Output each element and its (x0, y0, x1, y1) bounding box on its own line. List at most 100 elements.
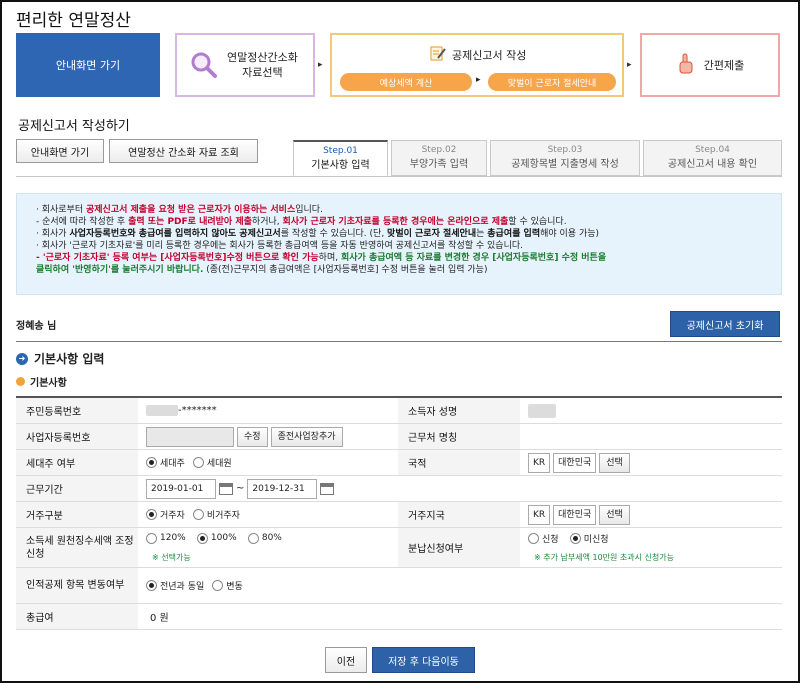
tab-step3[interactable]: Step.03 공제항목별 지출명세 작성 (490, 140, 640, 176)
household-label: 세대주 여부 (16, 450, 138, 475)
info-line-2: - 순서에 따라 작성한 후 출력 또는 PDF로 내려받아 제출하거나, 회사… (36, 217, 567, 227)
installment-radios: 신청 미신청 ※ 추가 납부세액 10만원 초과시 신청가능 (528, 528, 674, 567)
tab-divider (16, 176, 782, 177)
masked-value (146, 405, 178, 416)
nationality-code: KR (528, 452, 551, 473)
step-label: 기본사항 입력 (311, 160, 370, 171)
reset-form-button[interactable]: 공제신고서 초기화 (670, 311, 780, 337)
same-as-last-year-radio[interactable]: 전년과 동일 (146, 579, 204, 592)
document-pencil-icon (430, 45, 446, 64)
step-label: 부양가족 입력 (409, 159, 469, 170)
withholding-label: 소득세 원천징수세액 조정신청 (16, 528, 138, 567)
flow-arrow-icon: ▸ (476, 75, 481, 85)
form-row: 인적공제 항목 변동여부 전년과 동일 변동 (16, 568, 782, 604)
installment-note: ※ 추가 납부세액 10만원 초과시 신청가능 (534, 553, 674, 562)
step-number: Step.04 (695, 145, 730, 155)
nonresident-radio[interactable]: 비거주자 (192, 508, 240, 521)
form-row: 주민등록번호 -******* 소득자 성명 (16, 398, 782, 424)
magnifier-icon (189, 50, 219, 80)
household-radios: 세대주 세대원 (146, 450, 240, 475)
bizno-value: 수정 종전사업장추가 (146, 424, 343, 449)
installment-label: 분납신청여부 (398, 528, 520, 567)
country-name: 대한민국 (553, 504, 597, 525)
step-number: Step.02 (421, 145, 457, 155)
withholding-note: ※ 선택가능 (152, 552, 191, 562)
residency-radios: 거주자 비거주자 (146, 502, 248, 527)
form-row: 세대주 여부 세대주 세대원 국적 KR 대한민국 선택 (16, 450, 782, 476)
tab-step2[interactable]: Step.02 부양가족 입력 (391, 140, 487, 176)
calendar-icon[interactable] (219, 482, 233, 495)
calendar-icon[interactable] (320, 482, 335, 495)
step-number: Step.03 (547, 145, 583, 155)
prev-button[interactable]: 이전 (325, 647, 367, 673)
workplace-label: 근무처 명칭 (398, 424, 520, 449)
step-label: 공제신고서 내용 확인 (667, 159, 758, 170)
household-member-radio[interactable]: 세대원 (192, 456, 232, 469)
name-label: 소득자 성명 (398, 398, 520, 423)
resident-radio[interactable]: 거주자 (146, 508, 185, 521)
flow-step-data-select[interactable]: 연말정산간소화 자료선택 (175, 33, 315, 97)
info-line-5: - '근로자 기초자료' 등록 여부는 [사업자등록번호]수정 버튼으로 확인 … (36, 253, 607, 263)
info-line-3: · 회사가 사업자등록번호와 총급여를 입력하지 않아도 공제신고서를 작성할 … (36, 229, 600, 239)
country-value: KR 대한민국 선택 (528, 502, 630, 527)
bullet-icon (16, 377, 25, 386)
user-name: 정혜송 님 (16, 321, 57, 332)
withholding-120-radio[interactable]: 120% (146, 532, 186, 544)
flow-step2-title: 공제신고서 작성 (452, 48, 527, 62)
form-row: 사업자등록번호 수정 종전사업장추가 근무처 명칭 (16, 424, 782, 450)
name-value (528, 398, 556, 423)
add-prev-workplace-button[interactable]: 종전사업장추가 (270, 426, 343, 447)
withholding-100-radio[interactable]: 100% (196, 532, 237, 544)
deduction-change-radios: 전년과 동일 변동 (146, 568, 251, 603)
form-row: 총급여 0 원 (16, 604, 782, 630)
country-select-button[interactable]: 선택 (599, 504, 630, 525)
form-row: 근무기간 2019-01-01 ~ 2019-12-31 (16, 476, 782, 502)
lookup-simplified-data-button[interactable]: 연말정산 간소화 자료 조회 (109, 139, 258, 163)
form-row: 소득세 원천징수세액 조정신청 120% 100% 80% ※ 선택가능 분납신… (16, 528, 782, 568)
estimate-tax-pill[interactable]: 예상세액 계산 (340, 73, 472, 91)
bizno-label: 사업자등록번호 (16, 424, 138, 449)
salary-value: 0 원 (150, 613, 169, 624)
start-date-input[interactable]: 2019-01-01 (146, 478, 216, 499)
installment-none-radio[interactable]: 미신청 (569, 532, 609, 545)
save-next-button[interactable]: 저장 후 다음이동 (372, 647, 475, 673)
nationality-select-button[interactable]: 선택 (599, 452, 630, 473)
installment-apply-radio[interactable]: 신청 (528, 532, 559, 545)
form-row: 거주구분 거주자 비거주자 거주지국 KR 대한민국 선택 (16, 502, 782, 528)
flow-step-write-form[interactable]: 공제신고서 작성 예상세액 계산 ▸ 맞벌이 근로자 절세안내 (330, 33, 624, 97)
flow-arrow-icon: ▸ (627, 60, 632, 70)
basic-subsection-title: 기본사항 (16, 374, 67, 389)
tab-step4[interactable]: Step.04 공제신고서 내용 확인 (643, 140, 782, 176)
divider (16, 341, 782, 342)
residency-label: 거주구분 (16, 502, 138, 527)
edit-bizno-button[interactable]: 수정 (237, 426, 268, 447)
step-label: 공제항목별 지출명세 작성 (511, 159, 619, 170)
rrn-value: -******* (146, 398, 217, 423)
dual-income-guide-pill[interactable]: 맞벌이 근로자 절세안내 (488, 73, 616, 91)
bizno-input[interactable] (146, 426, 234, 447)
nationality-value: KR 대한민국 선택 (528, 450, 630, 475)
household-head-radio[interactable]: 세대주 (146, 456, 185, 469)
info-line-4: · 회사가 '근로자 기초자료'를 미리 등록한 경우에는 회사가 등록한 총급… (36, 241, 524, 251)
flow-guide-button[interactable]: 안내화면 가기 (16, 33, 160, 97)
home-button[interactable]: 안내화면 가기 (16, 139, 104, 163)
tab-step1[interactable]: Step.01 기본사항 입력 (293, 140, 388, 176)
withholding-80-radio[interactable]: 80% (247, 532, 282, 544)
flow-step1-line2: 자료선택 (242, 66, 283, 79)
basic-info-form: 주민등록번호 -******* 소득자 성명 사업자등록번호 수정 종전사업장추… (16, 396, 782, 630)
country-label: 거주지국 (398, 502, 520, 527)
arrow-right-circle-icon: ➜ (16, 352, 28, 365)
flow-step-submit[interactable]: 간편제출 (640, 33, 780, 97)
country-code: KR (528, 504, 551, 525)
period-value: 2019-01-01 ~ 2019-12-31 (146, 476, 335, 501)
hand-pointer-icon (676, 53, 696, 78)
section-title: 공제신고서 작성하기 (18, 119, 130, 134)
nationality-name: 대한민국 (553, 452, 597, 473)
period-label: 근무기간 (16, 476, 138, 501)
tilde: ~ (236, 483, 245, 494)
withholding-radios: 120% 100% 80% ※ 선택가능 (146, 528, 290, 567)
end-date-input[interactable]: 2019-12-31 (247, 478, 318, 499)
info-notice-box: · 회사로부터 공제신고서 제출을 요청 받은 근로자가 이용하는 서비스입니다… (16, 193, 782, 295)
changed-radio[interactable]: 변동 (212, 579, 243, 592)
salary-label: 총급여 (16, 604, 138, 629)
